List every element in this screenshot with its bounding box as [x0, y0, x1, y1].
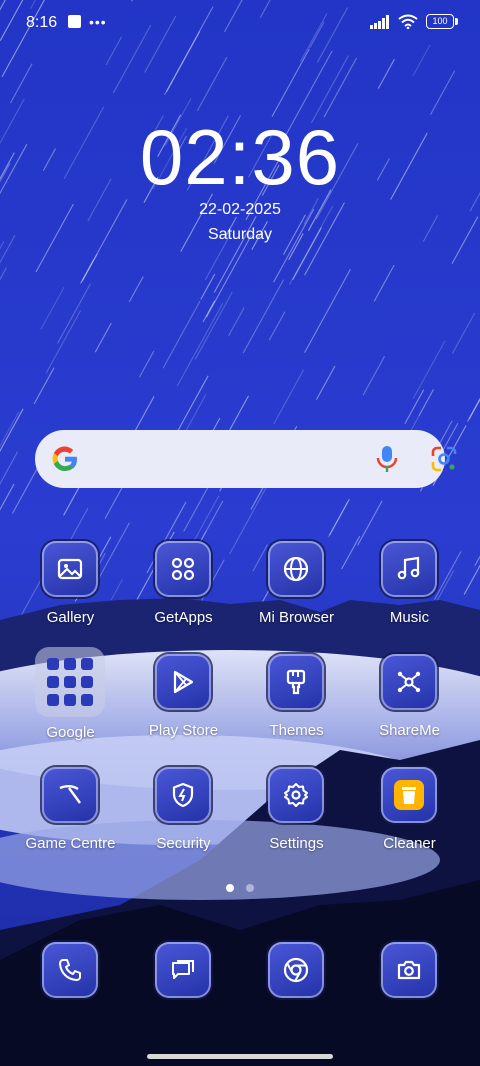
- app-label: Security: [156, 835, 211, 852]
- app-game-centre[interactable]: Game Centre: [14, 767, 127, 877]
- app-mi-browser[interactable]: Mi Browser: [240, 541, 353, 651]
- app-label: GetApps: [154, 609, 213, 626]
- app-label: Themes: [269, 722, 324, 739]
- brush-icon: [268, 654, 324, 710]
- folder-app-thumb: [64, 676, 76, 688]
- getapps-icon: [155, 541, 211, 597]
- folder-app-thumb: [81, 676, 93, 688]
- globe-icon: [268, 541, 324, 597]
- square-notification-icon: [68, 15, 81, 28]
- more-dots-icon: •••: [89, 13, 107, 30]
- clock-date: 22-02-2025: [199, 201, 281, 218]
- gear-icon: [268, 767, 324, 823]
- wifi-icon: [398, 14, 418, 29]
- folder-app-thumb: [81, 658, 93, 670]
- page-indicator: [226, 884, 254, 892]
- app-label: Settings: [269, 835, 324, 852]
- app-label: Gallery: [46, 609, 95, 626]
- dock-phone[interactable]: [14, 942, 127, 1052]
- phone-icon: [42, 942, 98, 998]
- play-store-icon: [155, 654, 211, 710]
- share-nodes-icon: [381, 654, 437, 710]
- app-label: Game Centre: [25, 835, 116, 852]
- app-getapps[interactable]: GetApps: [127, 541, 240, 651]
- trash-icon: [381, 767, 437, 823]
- folder-app-thumb: [47, 694, 59, 706]
- shield-icon: [155, 767, 211, 823]
- microphone-icon[interactable]: [375, 444, 399, 474]
- folder-app-thumb: [64, 694, 76, 706]
- dock-camera[interactable]: [353, 942, 466, 1052]
- game-centre-icon: [42, 767, 98, 823]
- status-bar: 8:16 ••• 100: [0, 0, 480, 46]
- folder-app-thumb: [47, 658, 59, 670]
- folder-google[interactable]: Google: [14, 647, 127, 757]
- gallery-icon: [42, 541, 98, 597]
- dock-chrome[interactable]: [240, 942, 353, 1052]
- app-security[interactable]: Security: [127, 767, 240, 877]
- app-label: Music: [389, 609, 430, 626]
- app-label: Cleaner: [383, 835, 436, 852]
- clock-time[interactable]: 02:36: [0, 112, 480, 203]
- folder-app-thumb: [47, 676, 59, 688]
- app-gallery[interactable]: Gallery: [14, 541, 127, 651]
- folder-app-thumb: [64, 658, 76, 670]
- google-lens-icon[interactable]: [431, 446, 457, 472]
- app-music[interactable]: Music: [353, 541, 466, 651]
- app-settings[interactable]: Settings: [240, 767, 353, 877]
- folder-icon: [35, 647, 105, 717]
- music-note-icon: [381, 541, 437, 597]
- app-play-store[interactable]: Play Store: [127, 654, 240, 764]
- app-label: ShareMe: [379, 722, 440, 739]
- messages-icon: [155, 942, 211, 998]
- google-search-bar[interactable]: [35, 430, 457, 488]
- chrome-icon: [268, 942, 324, 998]
- app-label: Mi Browser: [258, 609, 334, 626]
- camera-icon: [381, 942, 437, 998]
- status-time: 8:16: [26, 14, 58, 31]
- dock-messages[interactable]: [127, 942, 240, 1052]
- app-shareme[interactable]: ShareMe: [353, 654, 466, 764]
- signal-icon: [370, 14, 389, 29]
- page-dot-active[interactable]: [226, 884, 234, 892]
- folder-app-thumb: [81, 694, 93, 706]
- app-themes[interactable]: Themes: [240, 654, 353, 764]
- home-indicator[interactable]: [147, 1054, 333, 1059]
- battery-icon: 100: [426, 14, 458, 29]
- app-label: Google: [46, 724, 95, 741]
- google-g-icon: [52, 446, 78, 472]
- app-label: Play Store: [148, 722, 219, 739]
- clock-day: Saturday: [207, 226, 273, 243]
- page-dot[interactable]: [246, 884, 254, 892]
- app-cleaner[interactable]: Cleaner: [353, 767, 466, 877]
